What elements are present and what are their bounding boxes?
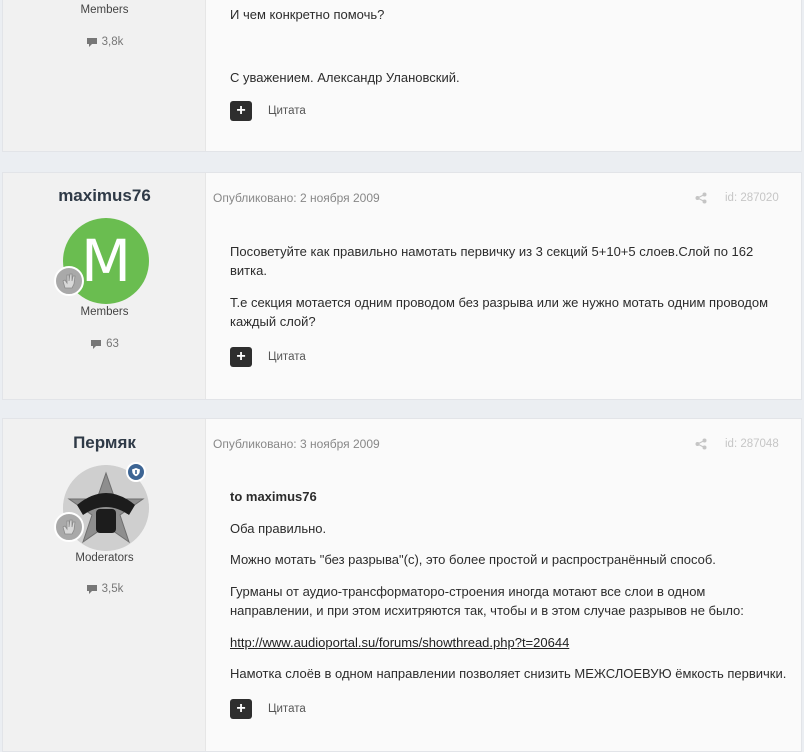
author-panel: Пермяк Moderators 3,5k — [3, 419, 206, 751]
user-group: Members — [80, 306, 129, 318]
quote-add-button[interactable]: + — [230, 101, 252, 121]
reputation-value: 63 — [106, 338, 119, 350]
post-body-line: Т.е секция мотается одним проводом без р… — [230, 295, 769, 329]
share-icon[interactable] — [695, 438, 707, 450]
author-name[interactable]: Пермяк — [3, 433, 206, 453]
rank-badge — [54, 512, 84, 542]
post-3: Пермяк Moderators 3,5k Опубликовано: 3 н… — [2, 418, 802, 752]
post-body-line: И чем конкретно помочь? — [230, 7, 385, 22]
quote-link[interactable]: Цитата — [268, 351, 306, 363]
quote-link[interactable]: Цитата — [268, 105, 306, 117]
post-body-line: С уважением. Александр Улановский. — [230, 70, 460, 85]
post-body-line: to maximus76 — [230, 489, 317, 504]
comment-icon — [86, 584, 97, 594]
post-link[interactable]: http://www.audioportal.su/forums/showthr… — [230, 635, 569, 650]
moderator-badge — [126, 462, 146, 482]
post-body-line: Посоветуйте как правильно намотать перви… — [230, 244, 754, 278]
rank-hand-icon — [62, 519, 76, 535]
post-body-line: Оба правильно. — [230, 521, 327, 536]
author-panel: maximus76 M Members 63 — [3, 173, 206, 399]
post-body-link-wrap: http://www.audioportal.su/forums/showthr… — [230, 633, 790, 652]
post-1: Members 3,8k И чем конкретно помочь? С у… — [2, 0, 802, 152]
quote-link[interactable]: Цитата — [268, 703, 306, 715]
author-name[interactable]: maximus76 — [3, 186, 206, 206]
reputation-count: 63 — [3, 338, 206, 350]
post-body-line: Намотка слоёв в одном направлении позвол… — [230, 666, 787, 681]
post-2: maximus76 M Members 63 Опубликовано: 2 н… — [2, 172, 802, 400]
post-body-line: Гурманы от аудио-трансформаторо-строения… — [230, 584, 744, 618]
reputation-count: 3,8k — [3, 36, 206, 48]
rank-badge — [54, 266, 84, 296]
post-id: id: 287048 — [725, 438, 779, 450]
quote-add-button[interactable]: + — [230, 699, 252, 719]
reputation-value: 3,5k — [101, 583, 124, 595]
user-group: Members — [80, 4, 129, 16]
reputation-count: 3,5k — [3, 583, 206, 595]
shield-icon — [132, 468, 140, 477]
post-id: id: 287020 — [725, 192, 779, 204]
post-date[interactable]: Опубликовано: 2 ноября 2009 — [213, 191, 380, 205]
author-panel: Members 3,8k — [3, 0, 206, 151]
comment-icon — [91, 339, 102, 349]
user-group: Moderators — [75, 552, 134, 564]
post-date[interactable]: Опубликовано: 3 ноября 2009 — [213, 437, 380, 451]
post-body-line: Можно мотать "без разрыва"(с), это более… — [230, 552, 716, 567]
share-icon[interactable] — [695, 192, 707, 204]
quote-add-button[interactable]: + — [230, 347, 252, 367]
reputation-value: 3,8k — [101, 36, 124, 48]
rank-hand-icon — [62, 273, 76, 289]
comment-icon — [86, 37, 97, 47]
